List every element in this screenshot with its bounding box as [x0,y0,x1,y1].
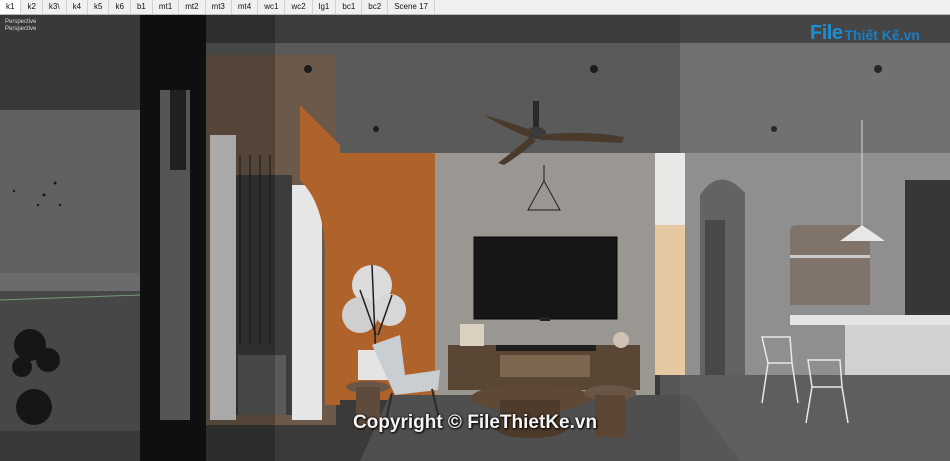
logo-rest-text: Thiết Kế.vn [844,27,920,43]
scene-tab-k5[interactable]: k5 [88,0,110,14]
scene-tab-lg1[interactable]: lg1 [313,0,337,14]
3d-viewport[interactable]: Perspective Perspective File Thiết Kế.vn [0,15,950,461]
scene-tab-k2[interactable]: k2 [21,0,43,14]
scene-tab-scene-17[interactable]: Scene 17 [388,0,435,14]
scene-tab-k6[interactable]: k6 [109,0,131,14]
scene-tab-mt3[interactable]: mt3 [206,0,232,14]
scene-tab-wc1[interactable]: wc1 [258,0,286,14]
scene-tab-mt4[interactable]: mt4 [232,0,259,14]
camera-label: Perspective Perspective [5,19,37,32]
copyright-watermark: Copyright © FileThietKe.vn [352,412,598,433]
scene-tab-k1[interactable]: k1 [0,0,22,14]
curtain-right [292,185,322,420]
scene-tab-bc2[interactable]: bc2 [362,0,389,14]
scene-tab-mt1[interactable]: mt1 [153,0,180,14]
site-logo: File Thiết Kế.vn [810,19,920,47]
scene-tab-bar: k1 k2 k3\ k4 k5 k6 b1 mt1 mt2 mt3 mt4 wc… [0,0,950,15]
scene-tab-k3[interactable]: k3\ [43,0,67,14]
scene-tab-bc1[interactable]: bc1 [336,0,363,14]
scene-tab-wc2[interactable]: wc2 [285,0,313,14]
scene-tab-mt2[interactable]: mt2 [179,0,206,14]
interior-render [0,15,950,461]
tv-screen [473,236,618,320]
scene-tab-b1[interactable]: b1 [131,0,153,14]
logo-file-text: File [810,21,843,44]
scene-tab-k4[interactable]: k4 [67,0,89,14]
